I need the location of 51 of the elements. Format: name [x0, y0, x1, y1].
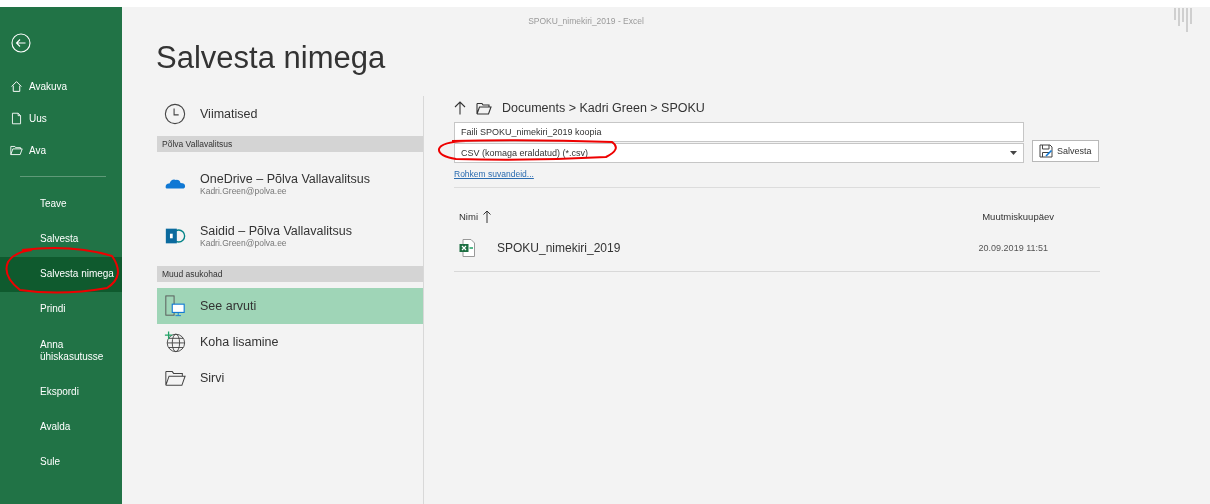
file-type-dropdown[interactable]: CSV (komaga eraldatud) (*.csv): [454, 143, 1024, 163]
sidebar-item[interactable]: Ava: [0, 134, 122, 166]
up-arrow-icon[interactable]: [454, 101, 466, 115]
back-icon[interactable]: [11, 33, 31, 53]
location-name: Saidid – Põlva Vallavalitsus: [200, 224, 352, 238]
save-button[interactable]: Salvesta: [1032, 140, 1099, 162]
location-item[interactable]: OneDrive – Põlva Vallavalitsus Kadri.Green@polva.ee: [157, 158, 423, 210]
computer-icon: [164, 295, 186, 317]
breadcrumb-path[interactable]: Documents > Kadri Green > SPOKU: [502, 101, 705, 115]
window-title: SPOKU_nimekiri_2019 - Excel: [528, 15, 644, 26]
caret-icon: [1010, 151, 1017, 155]
account-email: Kadri.Green@polva.ee: [200, 186, 288, 196]
sidebar-item[interactable]: Uus: [0, 102, 122, 134]
sidebar-label: Avakuva: [29, 80, 68, 92]
sidebar-item[interactable]: Avakuva: [0, 70, 122, 102]
sort-arrow-icon: [483, 210, 491, 223]
location-item[interactable]: Saidid – Põlva Vallavalitsus Kadri.Green@polva.ee: [157, 210, 423, 262]
column-header[interactable]: Nimi: [459, 211, 478, 222]
sidebar-label: Uus: [29, 112, 47, 124]
account-email: Kadri.Green@polva.ee: [200, 238, 288, 248]
modified-date: 20.09.2019 11:51: [978, 243, 1048, 253]
location-item[interactable]: Sirvi: [157, 360, 423, 396]
folder-icon: [476, 101, 492, 115]
location-item[interactable]: Koha lisamine: [157, 324, 423, 360]
sidebar-item[interactable]: Avalda: [0, 410, 122, 445]
sidebar-item[interactable]: Ekspordi: [0, 375, 122, 410]
sidebar-item[interactable]: Salvesta nimega: [0, 257, 122, 292]
folder-icon: [10, 143, 23, 157]
location-item[interactable]: See arvuti: [157, 288, 423, 324]
location-item[interactable]: Viimatised: [157, 96, 423, 132]
home-icon: [10, 79, 23, 93]
sidebar-label: Ava: [29, 144, 47, 156]
globe-icon: [164, 331, 186, 353]
sidebar-item[interactable]: Salvesta: [0, 222, 122, 257]
document-icon: [10, 111, 23, 125]
sidebar-item[interactable]: Teave: [0, 187, 122, 222]
sidebar-item[interactable]: Prindi: [0, 292, 122, 327]
location-name: OneDrive – Põlva Vallavalitsus: [200, 172, 370, 186]
more-options-link[interactable]: Rohkem suvandeid...: [454, 169, 534, 179]
clock-icon: [164, 103, 186, 125]
sidebar-item[interactable]: Sule: [0, 445, 122, 480]
sidebar-item[interactable]: Anna ühiskasutusse: [0, 327, 122, 375]
save-icon: [1039, 144, 1053, 158]
file-name: SPOKU_nimekiri_2019: [497, 241, 621, 255]
column-header[interactable]: Muutmiskuupäev: [982, 211, 1054, 222]
file-name-field[interactable]: Faili SPOKU_nimekiri_2019 koopia: [454, 122, 1024, 142]
section-header: Muud asukohad: [157, 266, 423, 282]
page-title: Salvesta nimega: [156, 40, 387, 77]
file-row[interactable]: SPOKU_nimekiri_2019 20.09.2019 11:51: [454, 229, 1100, 272]
section-header: Põlva Vallavalitsus: [157, 136, 423, 152]
spreadsheet-file-icon: [459, 239, 475, 257]
